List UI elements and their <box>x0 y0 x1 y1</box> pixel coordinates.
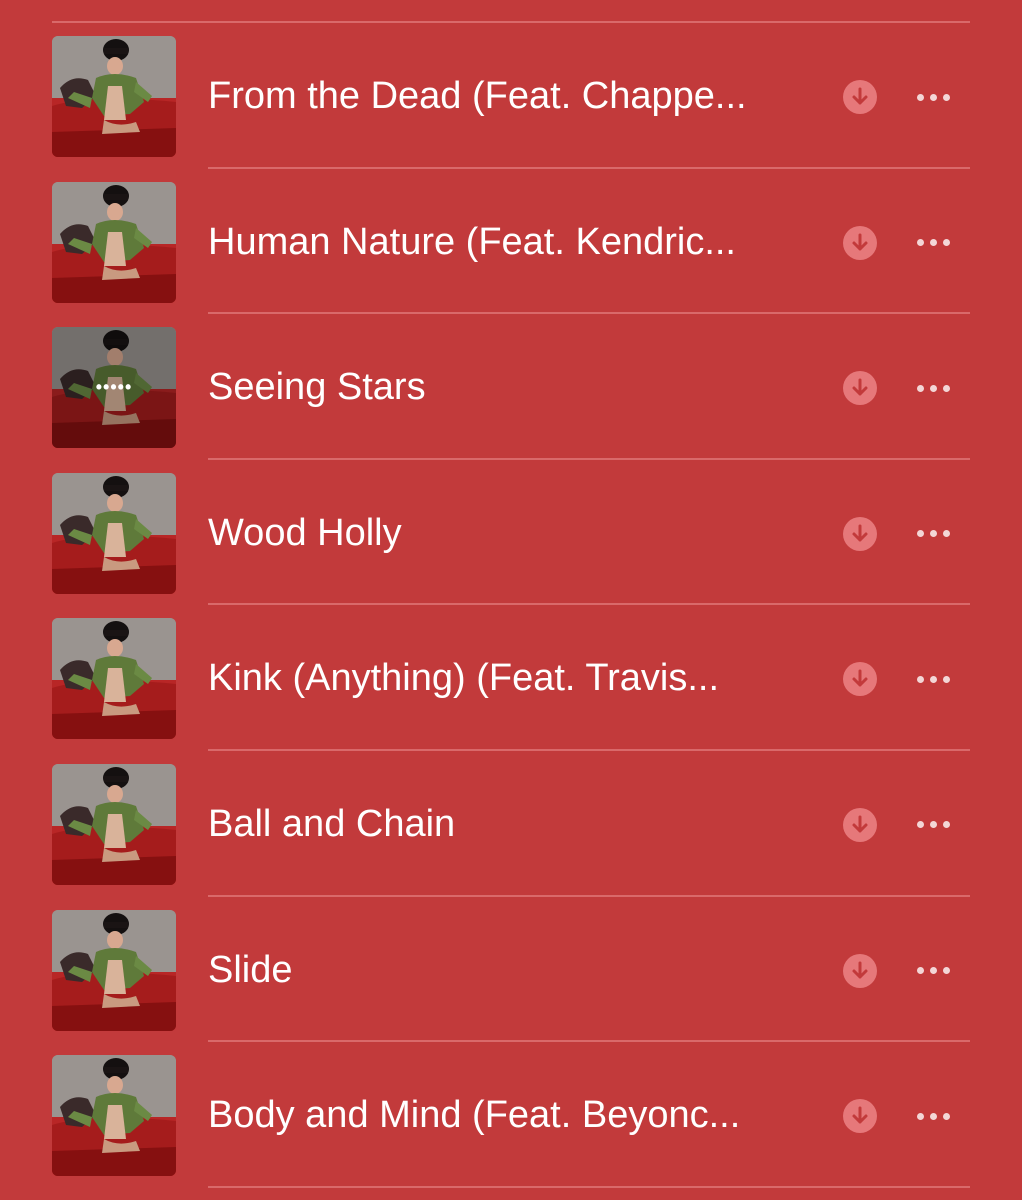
track-row-3[interactable]: ••••• Seeing Stars <box>0 314 1022 460</box>
ellipsis-icon-dot <box>929 530 937 538</box>
album-cover-image <box>52 181 176 303</box>
ellipsis-icon-dot <box>942 93 950 101</box>
track-title: Body and Mind (Feat. Beyonc... <box>208 1094 741 1137</box>
album-cover-image <box>52 36 176 157</box>
track-row-8[interactable]: ••••• Body and Mind (Feat. Beyonc... <box>0 1042 1022 1188</box>
track-title: From the Dead (Feat. Chappe... <box>208 75 747 117</box>
track-row-6[interactable]: ••••• Ball and Chain <box>0 751 1022 897</box>
more-options-button[interactable] <box>908 229 958 257</box>
track-row-1[interactable]: ••••• From the Dead (Feat. Chappe... <box>0 23 1022 169</box>
arrow-down-icon <box>852 233 868 251</box>
ellipsis-icon-dot <box>942 530 950 538</box>
ellipsis-icon-dot <box>942 967 950 975</box>
song-list-screen: ••••• From the Dead (Feat. Chappe... <box>0 0 1022 1200</box>
more-options-button[interactable] <box>908 520 958 548</box>
album-artwork: ••••• <box>52 763 176 885</box>
track-title: Ball and Chain <box>208 802 456 845</box>
album-artwork: ••••• <box>52 327 176 449</box>
download-button[interactable] <box>843 371 877 406</box>
download-button[interactable] <box>843 516 877 551</box>
album-artwork: ••••• <box>52 181 176 303</box>
row-divider <box>208 1185 970 1188</box>
track-title: Human Nature (Feat. Kendric... <box>208 220 736 263</box>
album-artwork: ••••• <box>52 618 176 740</box>
track-title: Kink (Anything) (Feat. Travis... <box>208 657 720 700</box>
ellipsis-icon-dot <box>929 821 937 829</box>
ellipsis-icon-dot <box>942 1112 950 1120</box>
more-options-button[interactable] <box>908 374 958 402</box>
ellipsis-icon-dot <box>916 675 924 683</box>
album-cover-image <box>52 763 176 885</box>
album-artwork: ••••• <box>52 472 176 594</box>
album-cover-image <box>52 909 176 1031</box>
track-title: Seeing Stars <box>208 366 426 409</box>
ellipsis-icon-dot <box>916 239 924 247</box>
album-artwork: ••••• <box>52 909 176 1031</box>
download-button[interactable] <box>843 662 877 697</box>
arrow-down-icon <box>852 961 868 979</box>
track-list: ••••• From the Dead (Feat. Chappe... <box>0 23 1022 1188</box>
ellipsis-icon-dot <box>916 384 924 392</box>
arrow-down-icon <box>852 1106 868 1124</box>
ellipsis-icon-dot <box>942 239 950 247</box>
album-cover-image <box>52 1055 176 1177</box>
ellipsis-icon-dot <box>929 1112 937 1120</box>
ellipsis-icon-dot <box>916 1112 924 1120</box>
track-title: Slide <box>208 948 293 991</box>
ellipsis-icon-dot <box>942 675 950 683</box>
download-button[interactable] <box>843 225 877 260</box>
ellipsis-icon-dot <box>916 93 924 101</box>
more-options-button[interactable] <box>908 957 958 985</box>
album-cover-image <box>52 618 176 740</box>
ellipsis-icon-dot <box>916 967 924 975</box>
more-options-button[interactable] <box>908 811 958 839</box>
ellipsis-icon-dot <box>916 530 924 538</box>
ellipsis-icon-dot <box>942 384 950 392</box>
album-artwork: ••••• <box>52 36 176 157</box>
more-options-button[interactable] <box>908 1102 958 1130</box>
track-title: Wood Holly <box>208 511 402 554</box>
arrow-down-icon <box>852 524 868 542</box>
download-button[interactable] <box>843 953 877 988</box>
arrow-down-icon <box>852 669 868 687</box>
track-row-5[interactable]: ••••• Kink (Anything) (Feat. Travis... <box>0 605 1022 751</box>
arrow-down-icon <box>852 815 868 833</box>
arrow-down-icon <box>852 87 868 105</box>
ellipsis-icon-dot <box>929 675 937 683</box>
track-row-7[interactable]: ••••• Slide <box>0 897 1022 1043</box>
more-options-button[interactable] <box>908 665 958 693</box>
ellipsis-icon-dot <box>929 93 937 101</box>
ellipsis-icon-dot <box>929 967 937 975</box>
more-options-button[interactable] <box>908 83 958 111</box>
download-button[interactable] <box>843 807 877 842</box>
ellipsis-icon-dot <box>942 821 950 829</box>
track-row-2[interactable]: ••••• Human Nature (Feat. Kendric... <box>0 169 1022 315</box>
download-button[interactable] <box>843 1099 877 1134</box>
album-cover-image <box>52 472 176 594</box>
now-playing-icon: ••••• <box>95 377 133 398</box>
arrow-down-icon <box>852 378 868 396</box>
ellipsis-icon-dot <box>916 821 924 829</box>
track-row-4[interactable]: ••••• Wood Holly <box>0 460 1022 606</box>
ellipsis-icon-dot <box>929 239 937 247</box>
album-artwork: ••••• <box>52 1055 176 1177</box>
download-button[interactable] <box>843 80 877 114</box>
ellipsis-icon-dot <box>929 384 937 392</box>
